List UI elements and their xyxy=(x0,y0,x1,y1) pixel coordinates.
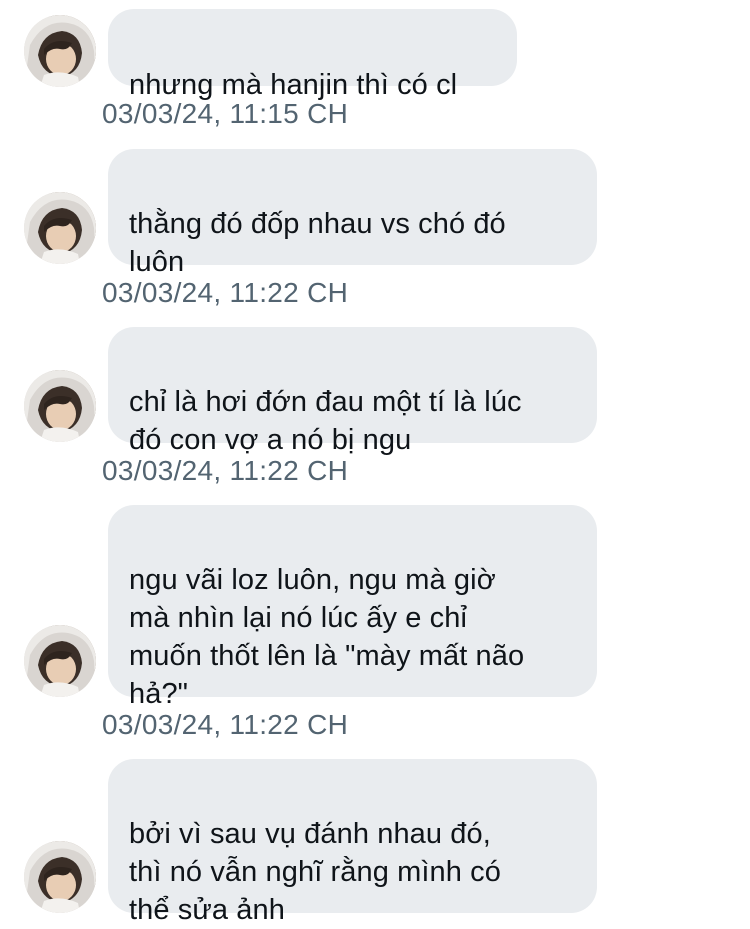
avatar[interactable] xyxy=(24,370,96,442)
message-bubble[interactable]: thằng đó đốp nhau vs chó đó luôn xyxy=(108,149,597,278)
avatar-photo-icon xyxy=(24,841,96,913)
message-text: bởi vì sau vụ đánh nhau đó, thì nó vẫn n… xyxy=(129,818,501,926)
message-bubble[interactable]: nhưng mà hanjin thì có cl xyxy=(108,9,517,101)
avatar-photo-icon xyxy=(24,15,96,87)
message-timestamp: 03/03/24, 11:22 CH xyxy=(102,277,349,308)
avatar[interactable] xyxy=(24,192,96,264)
avatar-photo-icon xyxy=(24,625,96,697)
avatar-photo-icon xyxy=(24,370,96,442)
avatar[interactable] xyxy=(24,841,96,913)
avatar-photo-icon xyxy=(24,192,96,264)
message-timestamp: 03/03/24, 11:22 CH xyxy=(102,455,349,486)
message-bubble[interactable]: ngu vãi loz luôn, ngu mà giờ mà nhìn lại… xyxy=(108,505,597,710)
message-bubble[interactable]: bởi vì sau vụ đánh nhau đó, thì nó vẫn n… xyxy=(108,759,597,926)
message-bubble[interactable]: chỉ là hơi đớn đau một tí là lúc đó con … xyxy=(108,327,597,456)
message-text: chỉ là hơi đớn đau một tí là lúc đó con … xyxy=(129,386,522,456)
message-text: thằng đó đốp nhau vs chó đó luôn xyxy=(129,208,506,278)
message-timestamp: 03/03/24, 11:15 CH xyxy=(102,98,349,129)
message-timestamp: 03/03/24, 11:22 CH xyxy=(102,709,349,740)
avatar[interactable] xyxy=(24,15,96,87)
message-text: ngu vãi loz luôn, ngu mà giờ mà nhìn lại… xyxy=(129,564,525,710)
avatar[interactable] xyxy=(24,625,96,697)
